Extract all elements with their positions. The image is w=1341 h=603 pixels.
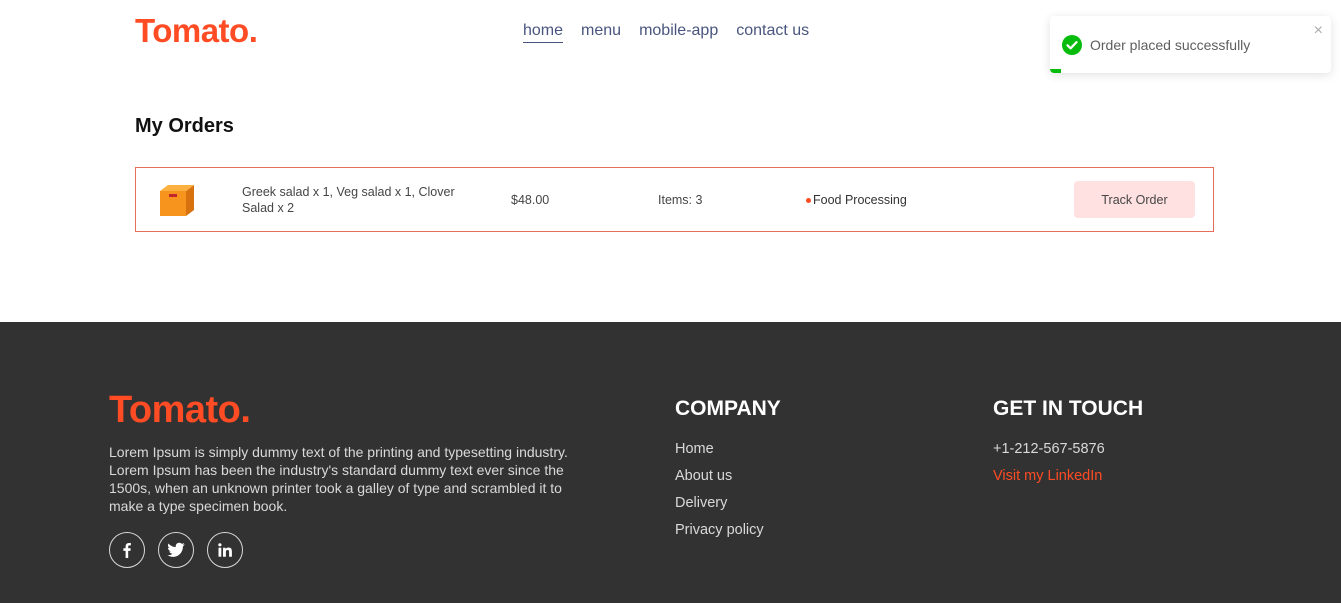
get-in-touch-heading: GET IN TOUCH — [993, 397, 1144, 420]
linkedin-link[interactable]: Visit my LinkedIn — [993, 468, 1105, 495]
status-dot — [806, 197, 811, 203]
phone-number: +1-212-567-5876 — [993, 441, 1105, 457]
order-status-label: Food Processing — [813, 193, 907, 207]
footer: Tomato. Lorem Ipsum is simply dummy text… — [0, 322, 1341, 603]
company-links: Home About us Delivery Privacy policy — [675, 441, 764, 549]
footer-description: Lorem Ipsum is simply dummy text of the … — [109, 444, 568, 514]
company-heading: COMPANY — [675, 397, 781, 420]
footer-link-delivery[interactable]: Delivery — [675, 495, 764, 522]
contact-list: +1-212-567-5876 Visit my LinkedIn — [993, 441, 1105, 495]
toast-message: Order placed successfully — [1090, 37, 1251, 53]
footer-link-privacy-policy[interactable]: Privacy policy — [675, 522, 764, 549]
facebook-glyph — [123, 543, 131, 558]
nav-item-home[interactable]: home — [523, 22, 564, 43]
toast-notification: Order placed successfully × — [1050, 16, 1331, 73]
nav-item-mobile-app[interactable]: mobile-app — [639, 22, 718, 43]
order-amount: $48.00 — [511, 193, 550, 207]
footer-logo: Tomato. — [109, 389, 251, 431]
social-links — [109, 532, 243, 568]
footer-link-about-us[interactable]: About us — [675, 468, 764, 495]
facebook-icon[interactable] — [109, 532, 145, 568]
track-order-button[interactable]: Track Order — [1074, 181, 1195, 218]
twitter-glyph — [167, 542, 185, 557]
linkedin-icon[interactable] — [207, 532, 243, 568]
nav-menu: home menu mobile-app contact us — [523, 22, 809, 43]
order-status: Food Processing — [806, 193, 907, 207]
logo[interactable]: Tomato. — [135, 12, 258, 50]
order-item-count: Items: 3 — [658, 193, 703, 207]
toast-progress-bar — [1050, 69, 1061, 73]
close-icon[interactable]: × — [1314, 22, 1323, 40]
nav-item-contact-us[interactable]: contact us — [736, 22, 809, 43]
parcel-icon — [160, 185, 194, 216]
check-circle-icon — [1062, 35, 1082, 55]
linkedin-glyph — [218, 543, 232, 557]
twitter-icon[interactable] — [158, 532, 194, 568]
page-title: My Orders — [135, 115, 234, 137]
nav-item-menu[interactable]: menu — [581, 22, 621, 43]
footer-link-home[interactable]: Home — [675, 441, 764, 468]
order-items: Greek salad x 1, Veg salad x 1, Clover S… — [242, 185, 455, 215]
order-row: Greek salad x 1, Veg salad x 1, Clover S… — [135, 167, 1214, 232]
